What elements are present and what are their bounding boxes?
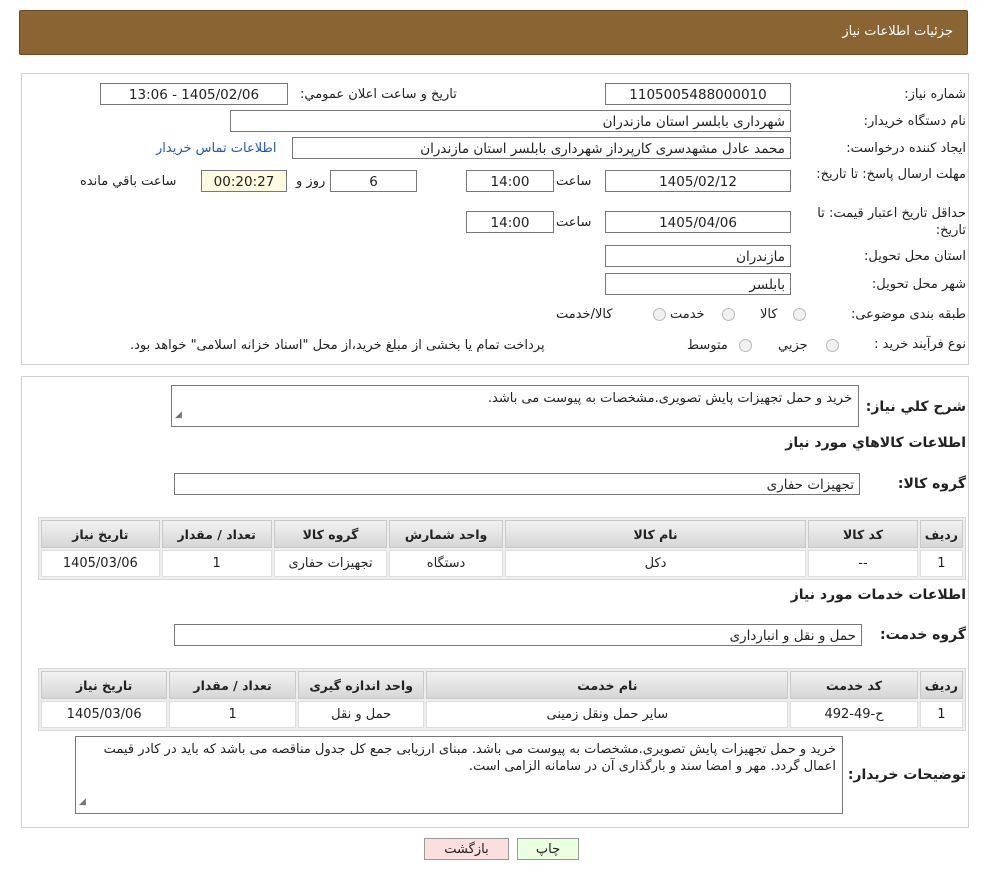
days-label: روز و <box>296 174 326 189</box>
table-cell: تجهیزات حفاری <box>273 550 388 577</box>
resize-grip-icon[interactable]: ◢ <box>79 794 86 811</box>
col-header: كد كالا <box>808 520 918 548</box>
buyer-notes-textarea[interactable]: خرید و حمل تجهیزات پایش تصویری.مشخصات به… <box>75 736 843 814</box>
service-group-label: گروه خدمت: <box>880 627 966 643</box>
table-cell: دستگاه <box>389 550 503 577</box>
col-header: رديف <box>919 671 963 699</box>
buyer-label: نام دستگاه خريدار: <box>863 114 966 129</box>
validity-label: حداقل تاريخ اعتبار قيمت: تا تاريخ: <box>817 206 966 238</box>
print-button[interactable]: چاپ <box>517 838 579 860</box>
buyer-notes-text: خرید و حمل تجهیزات پایش تصویری.مشخصات به… <box>103 742 836 774</box>
col-header: تعداد / مقدار <box>161 520 272 548</box>
services-table-header: رديف كد خدمت نام خدمت واحد اندازه گيری ت… <box>41 671 963 699</box>
table-row: 1 ح-49-492 سایر حمل ونقل زمینی حمل و نقل… <box>41 701 963 728</box>
table-row: 1 -- دکل دستگاه تجهیزات حفاری 1 1405/03/… <box>41 550 963 577</box>
col-header: گروه كالا <box>273 520 388 548</box>
category-goods-service-radio[interactable] <box>653 308 666 321</box>
table-cell: دکل <box>504 550 807 577</box>
city-field: بابلسر <box>605 273 791 295</box>
goods-table-header: رديف كد كالا نام كالا واحد شمارش گروه كا… <box>41 520 963 548</box>
col-header: واحد اندازه گيری <box>297 671 425 699</box>
col-header: تاريخ نياز <box>41 520 160 548</box>
process-minor-radio[interactable] <box>826 339 839 352</box>
summary-label: شرح كلي نياز: <box>865 399 966 415</box>
province-label: استان محل تحويل: <box>864 249 966 264</box>
process-note: پرداخت تمام يا بخشی از مبلغ خريد،از محل … <box>130 338 545 353</box>
category-service-label: خدمت <box>670 307 705 322</box>
deadline-label: مهلت ارسال پاسخ: تا تاريخ: <box>816 167 966 182</box>
need-number-label: شماره نیاز: <box>904 87 966 102</box>
category-goods-service-label: كالا/خدمت <box>556 307 613 322</box>
announce-label: تاریخ و ساعت اعلان عمومي: <box>300 87 457 102</box>
back-button[interactable]: بازگشت <box>424 838 509 860</box>
city-label: شهر محل تحويل: <box>871 277 966 292</box>
process-minor-label: جزيي <box>778 338 808 353</box>
process-medium-label: متوسط <box>687 338 728 353</box>
summary-textarea[interactable]: خرید و حمل تجهیزات پایش تصویری.مشخصات به… <box>171 385 859 427</box>
table-cell: حمل و نقل <box>297 701 425 728</box>
table-cell: 1 <box>161 550 272 577</box>
col-header: تعداد / مقدار <box>169 671 296 699</box>
days-field: 6 <box>330 170 417 192</box>
col-header: نام خدمت <box>426 671 789 699</box>
goods-table: رديف كد كالا نام كالا واحد شمارش گروه كا… <box>38 517 966 580</box>
services-table: رديف كد خدمت نام خدمت واحد اندازه گيری ت… <box>38 668 966 731</box>
col-header: واحد شمارش <box>389 520 503 548</box>
goods-group-field: تجهیزات حفاری <box>174 473 860 495</box>
process-label: نوع فرآيند خريد : <box>874 337 966 352</box>
service-group-field: حمل و نقل و انبارداری <box>174 624 862 646</box>
category-goods-radio[interactable] <box>793 308 806 321</box>
category-goods-label: كالا <box>760 307 778 322</box>
goods-group-label: گروه كالا: <box>897 476 966 492</box>
goods-section-title: اطلاعات كالاهاي مورد نياز <box>785 435 966 451</box>
category-label: طبقه بندی موضوعی: <box>850 307 966 322</box>
process-medium-radio[interactable] <box>739 339 752 352</box>
creator-field: محمد عادل مشهدسری کارپرداز شهرداری بابلس… <box>292 137 791 159</box>
table-cell: 1 <box>919 550 963 577</box>
col-header: كد خدمت <box>790 671 918 699</box>
remaining-label: ساعت باقي مانده <box>80 174 177 189</box>
table-cell: 1 <box>169 701 296 728</box>
table-cell: ح-49-492 <box>790 701 918 728</box>
col-header: تاريخ نياز <box>41 671 168 699</box>
buyer-field: شهرداری بابلسر استان مازندران <box>230 110 791 132</box>
contact-buyer-link[interactable]: اطلاعات تماس خريدار <box>156 141 276 156</box>
resize-grip-icon[interactable]: ◢ <box>175 407 182 424</box>
deadline-time-label: ساعت <box>556 174 592 189</box>
table-cell: سایر حمل ونقل زمینی <box>426 701 789 728</box>
validity-time-field: 14:00 <box>466 211 554 233</box>
col-header: نام كالا <box>504 520 807 548</box>
table-cell: 1405/03/06 <box>41 701 168 728</box>
table-cell: -- <box>808 550 918 577</box>
page-title: جزئیات اطلاعات نیاز <box>842 24 953 39</box>
summary-text: خرید و حمل تجهیزات پایش تصویری.مشخصات به… <box>487 391 852 406</box>
deadline-date-field: 1405/02/12 <box>605 170 791 192</box>
creator-label: ايجاد كننده درخواست: <box>846 141 966 156</box>
province-field: مازندران <box>605 245 791 267</box>
announce-field: 1405/02/06 - 13:06 <box>100 83 288 105</box>
table-cell: 1405/03/06 <box>41 550 160 577</box>
col-header: رديف <box>919 520 963 548</box>
category-service-radio[interactable] <box>722 308 735 321</box>
need-number-field: 1105005488000010 <box>605 83 791 105</box>
table-cell: 1 <box>919 701 963 728</box>
page-header: جزئیات اطلاعات نیاز <box>19 10 968 55</box>
services-section-title: اطلاعات خدمات مورد نياز <box>790 587 966 603</box>
validity-time-label: ساعت <box>556 215 592 230</box>
remaining-time-field: 00:20:27 <box>201 170 287 192</box>
deadline-time-field: 14:00 <box>466 170 554 192</box>
buyer-notes-label: توضيحات خريدار: <box>847 767 966 783</box>
validity-date-field: 1405/04/06 <box>605 211 791 233</box>
